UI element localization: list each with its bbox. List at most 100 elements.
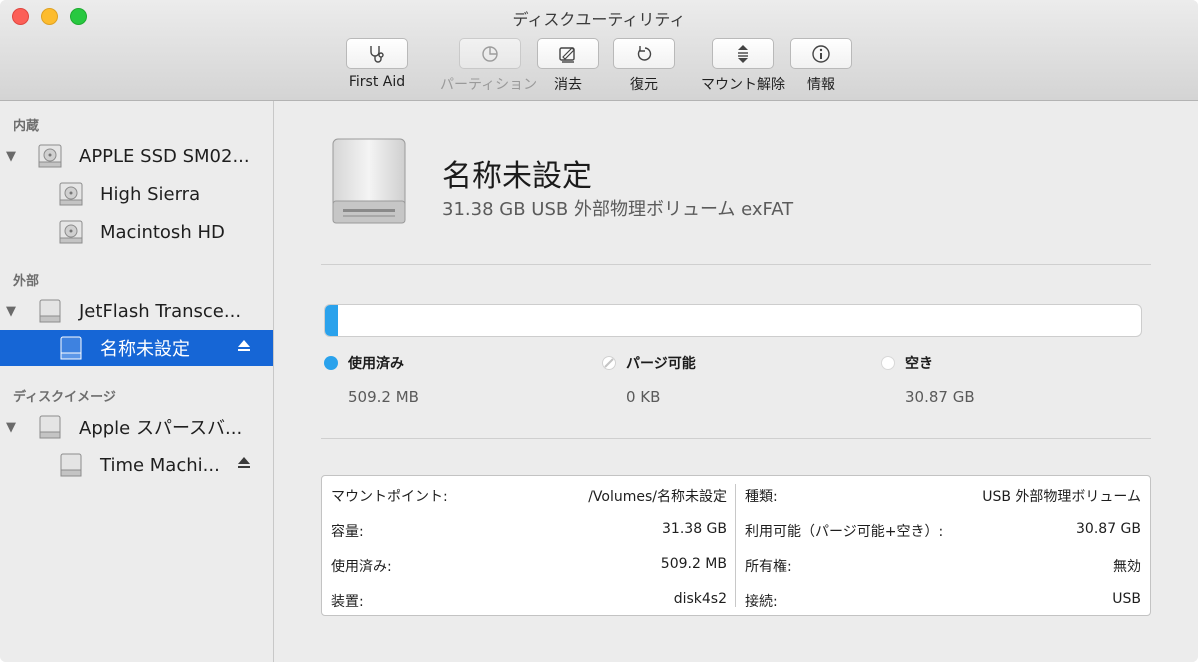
- sidebar-item-time-machine[interactable]: Time Machi...: [0, 447, 273, 483]
- unmount-button[interactable]: マウント解除: [701, 38, 785, 94]
- sidebar-item-label: APPLE SSD SM02...: [79, 145, 250, 167]
- sidebar-item-label: Time Machi...: [100, 454, 220, 476]
- info-value: 509.2 MB: [660, 556, 727, 572]
- partition-button[interactable]: パーティション: [440, 38, 538, 94]
- legend-label: 使用済み: [348, 356, 404, 372]
- sidebar-item-apple-sparse[interactable]: ▼ Apple スパースバ...: [0, 409, 273, 445]
- partition-button-face[interactable]: [458, 38, 521, 69]
- legend-purgeable: パージ可能 0 KB: [602, 353, 696, 406]
- sidebar-item-macintosh-hd[interactable]: Macintosh HD: [0, 214, 273, 250]
- info-key: 使用済み:: [331, 559, 392, 575]
- info-row-capacity: 容量: 31.38 GB: [322, 512, 736, 547]
- volume-name: 名称未設定: [442, 159, 592, 194]
- volume-description: 31.38 GB USB 外部物理ボリューム exFAT: [442, 199, 794, 220]
- info-value: 無効: [1113, 559, 1141, 575]
- info-column-left: マウントポイント: /Volumes/名称未設定 容量: 31.38 GB 使用…: [322, 476, 736, 615]
- info-icon: [812, 44, 830, 63]
- window-title: ディスクユーティリティ: [512, 10, 686, 29]
- info-key: 容量:: [331, 524, 364, 540]
- info-row-type: 種類: USB 外部物理ボリューム: [736, 477, 1150, 512]
- info-key: 接続:: [745, 594, 778, 610]
- divider: [321, 438, 1151, 439]
- legend-label: 空き: [905, 356, 933, 372]
- sidebar-section-external: 外部: [13, 274, 40, 289]
- partition-icon: [481, 45, 498, 62]
- free-color-dot: [881, 356, 895, 370]
- unmount-button-face[interactable]: [712, 38, 774, 69]
- sidebar-item-label: High Sierra: [100, 183, 201, 205]
- main-panel: 名称未設定 31.38 GB USB 外部物理ボリューム exFAT 使用済み …: [275, 101, 1198, 662]
- info-value: disk4s2: [673, 591, 727, 607]
- info-row-device: 装置: disk4s2: [322, 582, 736, 617]
- sidebar-item-high-sierra[interactable]: High Sierra: [0, 176, 273, 212]
- disk-image-icon: [39, 415, 61, 439]
- info-value: /Volumes/名称未設定: [588, 489, 727, 505]
- sidebar-section-disk-images: ディスクイメージ: [13, 390, 116, 405]
- info-key: 所有権:: [745, 559, 792, 575]
- stethoscope-icon: [370, 45, 384, 63]
- purgeable-pattern-icon: [602, 356, 616, 370]
- first-aid-button[interactable]: First Aid: [346, 38, 408, 90]
- usage-bar: [324, 304, 1142, 337]
- legend-label: パージ可能: [626, 356, 696, 372]
- info-button[interactable]: 情報: [790, 38, 852, 94]
- internal-volume-icon: [59, 220, 83, 244]
- toolbar: ディスクユーティリティ First Aid パーティション 消去 復元 マウント…: [0, 0, 1198, 101]
- legend-used: 使用済み 509.2 MB: [324, 353, 419, 406]
- info-row-used: 使用済み: 509.2 MB: [322, 547, 736, 582]
- erase-button-face[interactable]: [537, 38, 599, 69]
- usage-bar-used-fill: [325, 305, 339, 336]
- eject-icon[interactable]: [237, 456, 251, 470]
- restore-button-face[interactable]: [613, 38, 675, 69]
- divider: [321, 264, 1151, 265]
- first-aid-button-face[interactable]: [346, 38, 408, 69]
- info-column-right: 種類: USB 外部物理ボリューム 利用可能（パージ可能+空き）: 30.87 …: [736, 476, 1150, 615]
- legend-value: 0 KB: [626, 388, 661, 406]
- external-disk-icon: [39, 299, 61, 323]
- sidebar-item-apple-ssd[interactable]: ▼ APPLE SSD SM02...: [0, 138, 273, 174]
- eject-icon[interactable]: [237, 339, 251, 353]
- info-value: 30.87 GB: [1076, 521, 1141, 537]
- restore-button[interactable]: 復元: [613, 38, 675, 94]
- disk-image-volume-icon: [60, 453, 82, 477]
- sidebar-item-label: Apple スパースバ...: [79, 418, 243, 439]
- info-label: 情報: [807, 77, 835, 93]
- info-value: USB: [1112, 591, 1141, 607]
- info-key: 種類:: [745, 489, 778, 505]
- erase-label: 消去: [554, 77, 582, 93]
- legend-value: 509.2 MB: [348, 388, 419, 406]
- disclosure-triangle-icon[interactable]: ▼: [6, 420, 16, 435]
- sidebar-item-label: JetFlash Transce...: [79, 300, 242, 322]
- first-aid-label: First Aid: [348, 74, 406, 90]
- sidebar-item-untitled-selected[interactable]: 名称未設定: [0, 330, 273, 366]
- legend-free: 空き 30.87 GB: [881, 353, 975, 406]
- info-value: 31.38 GB: [662, 521, 727, 537]
- internal-disk-icon: [38, 144, 62, 168]
- info-key: 装置:: [331, 594, 364, 610]
- sidebar-item-jetflash[interactable]: ▼ JetFlash Transce...: [0, 293, 273, 329]
- restore-label: 復元: [630, 77, 658, 93]
- info-table: マウントポイント: /Volumes/名称未設定 容量: 31.38 GB 使用…: [321, 475, 1151, 616]
- erase-icon: [559, 46, 575, 63]
- unmount-label: マウント解除: [701, 77, 785, 93]
- internal-volume-icon: [59, 182, 83, 206]
- external-volume-icon: [60, 336, 82, 360]
- info-row-ownership: 所有権: 無効: [736, 547, 1150, 582]
- info-value: USB 外部物理ボリューム: [982, 489, 1141, 505]
- sidebar-item-label: Macintosh HD: [100, 221, 225, 243]
- disclosure-triangle-icon[interactable]: ▼: [6, 149, 16, 164]
- disclosure-triangle-icon[interactable]: ▼: [6, 304, 16, 319]
- info-key: マウントポイント:: [331, 489, 448, 505]
- unmount-icon: [738, 44, 748, 63]
- sidebar: 内蔵 ▼ APPLE SSD SM02... High Sierra Macin…: [0, 101, 274, 662]
- info-button-face[interactable]: [790, 38, 852, 69]
- sidebar-section-internal: 内蔵: [13, 119, 40, 134]
- info-row-mount-point: マウントポイント: /Volumes/名称未設定: [322, 477, 736, 512]
- erase-button[interactable]: 消去: [537, 38, 599, 94]
- restore-icon: [637, 45, 652, 61]
- sidebar-item-label: 名称未設定: [100, 339, 190, 360]
- info-row-connection: 接続: USB: [736, 582, 1150, 617]
- info-key: 利用可能（パージ可能+空き）:: [745, 524, 944, 540]
- disk-utility-window: ディスクユーティリティ First Aid パーティション 消去 復元 マウント…: [0, 0, 1198, 662]
- partition-label: パーティション: [440, 77, 538, 93]
